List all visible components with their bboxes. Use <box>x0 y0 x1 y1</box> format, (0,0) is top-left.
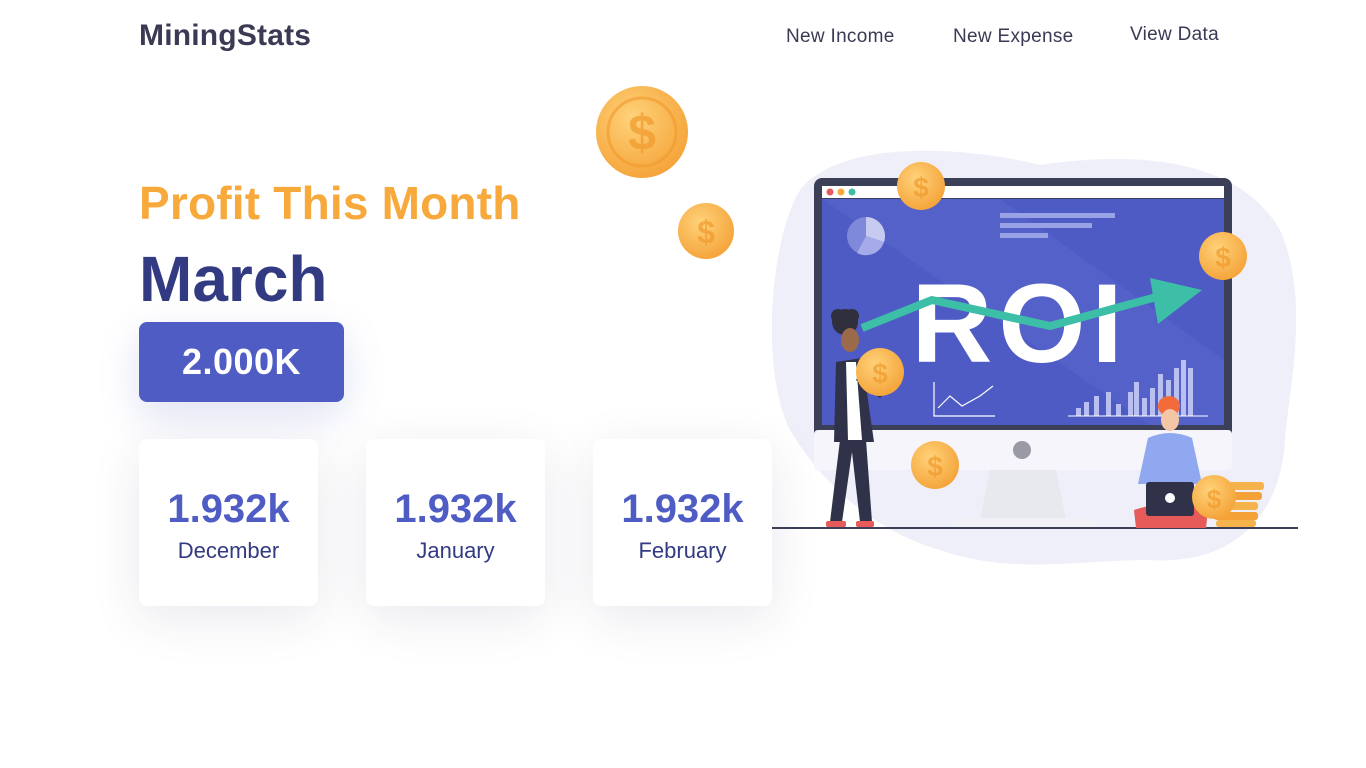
bar-chart-icon <box>1076 360 1193 416</box>
coin-icon: $ <box>596 86 688 178</box>
month-card-label: February <box>638 538 727 563</box>
month-card-label: January <box>416 538 495 563</box>
profit-value-badge: 2.000K <box>139 322 344 402</box>
roi-text: ROI <box>911 261 1128 386</box>
pie-chart-icon <box>847 217 885 256</box>
coin-icon: $ <box>678 203 734 259</box>
coin-icon: $ <box>1199 232 1247 280</box>
svg-text:$: $ <box>1207 484 1222 514</box>
background-blob <box>771 150 1297 565</box>
month-card-value: 1.932k <box>394 487 517 531</box>
nav-new-expense[interactable]: New Expense <box>953 26 1074 48</box>
svg-text:$: $ <box>872 358 888 389</box>
nav-new-income[interactable]: New Income <box>786 26 895 48</box>
line-chart-icon <box>933 382 995 417</box>
month-card: 1.932k January <box>366 439 545 606</box>
trend-arrow-icon <box>860 278 1202 332</box>
coin-icon: $ <box>856 348 904 396</box>
brand-logo[interactable]: MiningStats <box>139 19 311 53</box>
coin-icon: $ <box>1192 475 1236 519</box>
month-card-value: 1.932k <box>167 487 290 531</box>
svg-text:$: $ <box>1215 242 1231 273</box>
coin-icon: $ <box>897 162 945 210</box>
svg-text:$: $ <box>697 214 715 250</box>
coin-stack <box>1214 482 1264 527</box>
month-card-value: 1.932k <box>621 487 744 531</box>
nav-view-data[interactable]: View Data <box>1130 24 1219 46</box>
monitor <box>814 178 1232 528</box>
svg-text:$: $ <box>628 105 656 161</box>
hero-kicker: Profit This Month <box>139 177 521 229</box>
person-sitting <box>1134 396 1208 528</box>
month-card: 1.932k February <box>593 439 772 606</box>
month-card-label: December <box>177 538 280 563</box>
month-card: 1.932k December <box>139 439 318 606</box>
svg-text:$: $ <box>927 451 943 482</box>
coin-icon: $ <box>911 441 959 489</box>
svg-text:$: $ <box>913 172 929 203</box>
current-month: March <box>139 243 328 315</box>
person-standing <box>826 309 886 527</box>
